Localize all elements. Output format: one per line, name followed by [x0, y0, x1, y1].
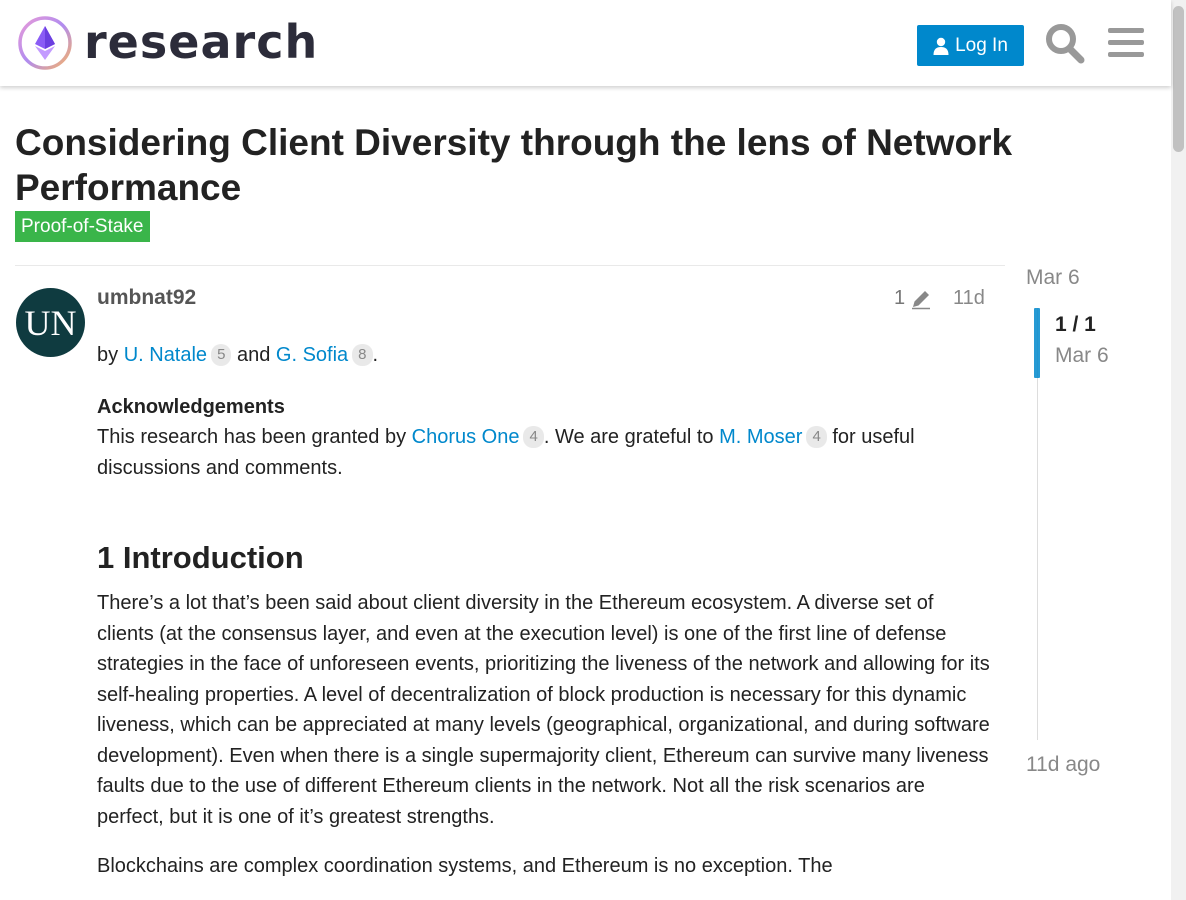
edit-count: 1: [894, 287, 906, 309]
post-username[interactable]: umbnat92: [97, 286, 196, 310]
scrollbar-thumb[interactable]: [1173, 6, 1184, 152]
title-divider: [15, 265, 1005, 266]
site-header: research Log In: [0, 0, 1171, 86]
section-heading: 1 Introduction: [97, 540, 304, 575]
pencil-icon: [912, 290, 931, 309]
byline: by U. Natale 5 and G. Sofia 8.: [97, 340, 992, 371]
avatar[interactable]: UN: [16, 288, 85, 357]
hamburger-menu-icon[interactable]: [1106, 22, 1146, 64]
ack-text-1: This research has been granted by: [97, 426, 407, 448]
post-date[interactable]: 11d: [953, 287, 985, 310]
edit-history-button[interactable]: 1: [894, 287, 932, 310]
ack-text-2: . We are grateful to: [543, 426, 714, 448]
acknowledgements-text: This research has been granted by Chorus…: [97, 422, 992, 483]
timeline-current-date: Mar 6: [1055, 344, 1109, 367]
intro-paragraph-2: Blockchains are complex coordination sys…: [97, 855, 833, 877]
site-name[interactable]: research: [84, 14, 318, 70]
mention-count-badge: 4: [806, 426, 827, 448]
post-body: by U. Natale 5 and G. Sofia 8. Acknowledge…: [97, 340, 992, 882]
login-label: Log In: [955, 34, 1008, 56]
person-link-moser[interactable]: M. Moser: [719, 426, 802, 448]
mention-count-badge: 8: [352, 344, 373, 366]
ethereum-logo-icon[interactable]: [17, 15, 73, 71]
topic-title[interactable]: Considering Client Diversity through the…: [15, 120, 1095, 210]
search-icon[interactable]: [1045, 22, 1085, 64]
timeline-handle[interactable]: [1034, 308, 1040, 378]
byline-by: by: [97, 344, 119, 366]
timeline-end-date[interactable]: 11d ago: [1026, 753, 1100, 777]
avatar-text: UN: [24, 302, 77, 343]
acknowledgements-heading: Acknowledgements: [97, 395, 285, 418]
user-icon: [933, 37, 949, 55]
author-link-sofia[interactable]: G. Sofia: [276, 344, 348, 366]
timeline-start-date[interactable]: Mar 6: [1026, 266, 1080, 290]
byline-and: and: [236, 344, 271, 366]
mention-count-badge: 4: [523, 426, 544, 448]
category-badge[interactable]: Proof-of-Stake: [15, 211, 150, 242]
mention-count-badge: 5: [211, 344, 232, 366]
author-link-natale[interactable]: U. Natale: [124, 344, 207, 366]
byline-end: .: [372, 344, 379, 366]
page-scrollbar[interactable]: [1171, 0, 1186, 900]
intro-paragraph-1: There’s a lot that’s been said about cli…: [97, 592, 990, 828]
timeline-position: 1 / 1: [1055, 313, 1096, 336]
login-button[interactable]: Log In: [917, 25, 1024, 66]
org-link-chorus-one[interactable]: Chorus One: [412, 426, 520, 448]
